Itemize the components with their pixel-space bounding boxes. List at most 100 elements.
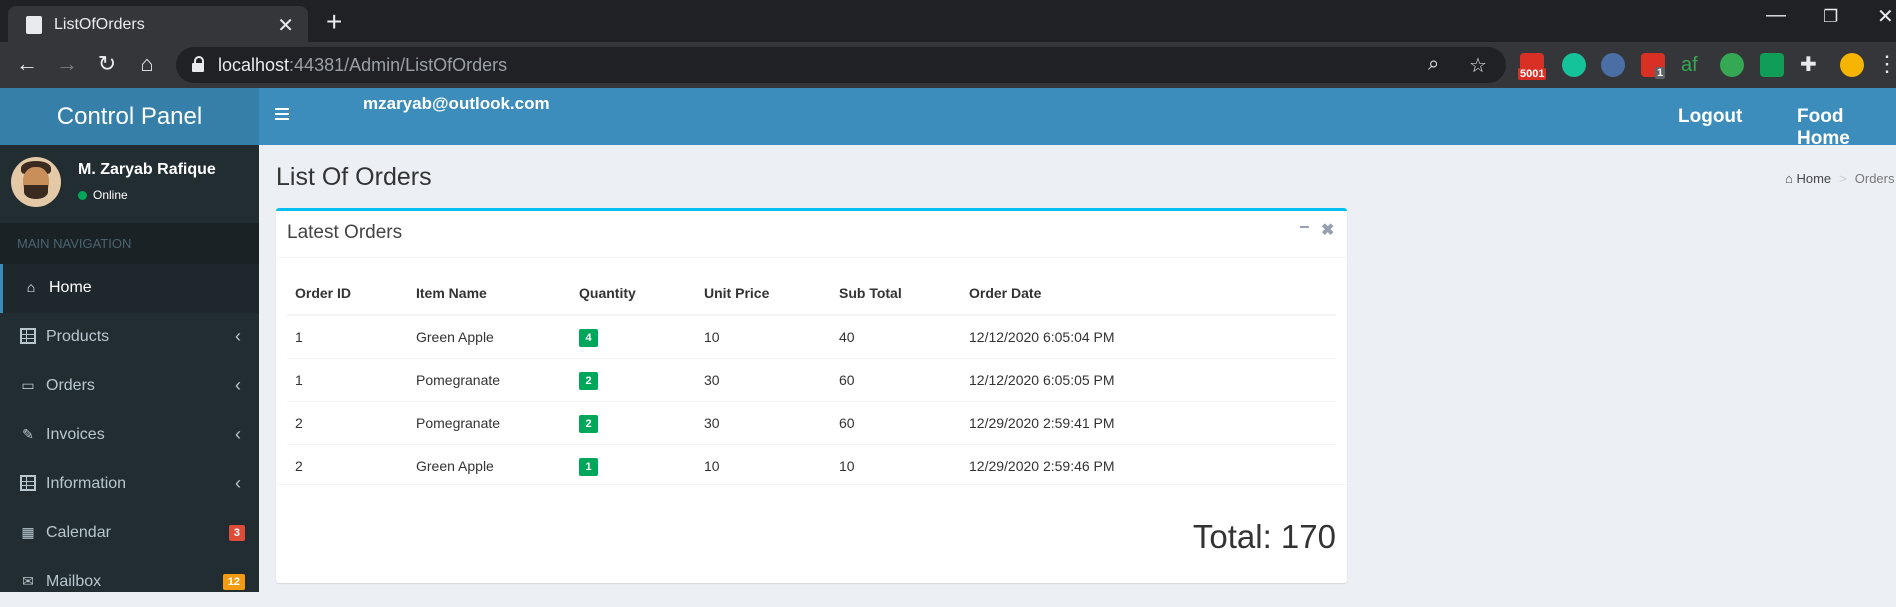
breadcrumb: ⌂ Home > Orders (1785, 171, 1895, 186)
calendar-count-badge: 3 (228, 525, 245, 541)
quantity-cell: 1 (571, 444, 696, 487)
back-arrow-icon[interactable]: ← (13, 51, 41, 77)
sidebar-item-label: Home (49, 279, 92, 296)
order-id-cell: 1 (287, 358, 408, 402)
reload-icon[interactable]: ↻ (93, 51, 121, 77)
content-area: List Of Orders ⌂ Home > Orders Latest Orde… (259, 145, 1896, 592)
extensions-puzzle-icon[interactable]: ✚ (1800, 53, 1824, 77)
collapse-minus-icon[interactable]: − (1299, 217, 1310, 238)
minimize-window-icon[interactable]: — (1766, 4, 1786, 27)
user-name: M. Zaryab Rafique (78, 161, 216, 178)
sidebar-item-products[interactable]: Products ‹ (0, 313, 259, 362)
address-bar[interactable]: localhost:44381/Admin/ListOfOrders ⌕ ☆ (176, 47, 1506, 83)
brand-logo[interactable]: Control Panel (0, 88, 259, 145)
column-header: Sub Total (831, 272, 961, 316)
sidebar-item-mailbox[interactable]: ✉ Mailbox 12 (0, 558, 259, 607)
table-row: 2 Green Apple 1 10 10 12/29/2020 2:59:46… (287, 444, 1336, 487)
box-header: Latest Orders − ✖ (276, 211, 1347, 258)
tab-title: ListOfOrders (54, 16, 145, 33)
food-home-link[interactable]: Food Home (1797, 106, 1896, 150)
sub-total-cell: 60 (831, 401, 961, 445)
unit-price-cell: 30 (696, 401, 831, 445)
extension-glasses-icon[interactable] (1601, 53, 1625, 77)
browser-tab[interactable]: ListOfOrders ✕ (8, 6, 308, 42)
sidebar-item-information[interactable]: Information ‹ (0, 460, 259, 509)
browser-menu-icon[interactable]: ⋮ (1876, 51, 1896, 77)
online-dot-icon (78, 191, 87, 200)
item-name-cell: Green Apple (408, 444, 571, 487)
quantity-cell: 4 (571, 314, 696, 359)
order-date-cell: 12/29/2020 2:59:41 PM (961, 401, 1336, 445)
table-row: 1 Green Apple 4 10 40 12/12/2020 6:05:04… (287, 314, 1336, 359)
gmail-extension-icon[interactable]: 5001 (1518, 53, 1547, 80)
extension-dots-icon[interactable]: 1 (1641, 53, 1666, 79)
column-header: Unit Price (696, 272, 831, 316)
laptop-icon: ▭ (21, 377, 35, 393)
home-icon[interactable]: ⌂ (133, 51, 161, 77)
dashboard-icon: ⌂ (1785, 171, 1793, 186)
breadcrumb-current: Orders (1854, 171, 1895, 186)
item-name-cell: Green Apple (408, 314, 571, 359)
edit-icon: ✎ (22, 426, 34, 442)
sidebar-item-calendar[interactable]: ▦ Calendar 3 (0, 509, 259, 558)
close-box-icon[interactable]: ✖ (1321, 220, 1334, 240)
sidebar-item-home[interactable]: ⌂ Home (0, 264, 259, 313)
close-tab-icon[interactable]: ✕ (277, 13, 294, 38)
close-window-icon[interactable]: ✕ (1877, 4, 1894, 29)
sidebar-toggle-icon[interactable] (275, 108, 289, 123)
quantity-badge: 2 (579, 414, 598, 433)
bookmark-star-icon[interactable]: ☆ (1469, 53, 1487, 78)
quantity-badge: 2 (579, 371, 598, 390)
sidebar: M. Zaryab Rafique Online MAIN NAVIGATION… (0, 145, 259, 592)
lock-icon (192, 56, 204, 72)
page-title: List Of Orders (276, 163, 432, 191)
order-date-cell: 12/12/2020 6:05:05 PM (961, 358, 1336, 402)
extension-check-icon[interactable] (1760, 53, 1784, 77)
logout-link[interactable]: Logout (1678, 106, 1742, 128)
quantity-badge: 4 (579, 328, 598, 347)
column-header: Order ID (287, 272, 408, 316)
chevron-left-icon: ‹ (235, 375, 241, 395)
table-icon (20, 475, 36, 491)
breadcrumb-home-link[interactable]: Home (1796, 171, 1831, 186)
orders-table: Order ID Item Name Quantity Unit Price S… (287, 272, 1336, 487)
url-text[interactable]: localhost:44381/Admin/ListOfOrders (218, 55, 507, 76)
order-total: Total: 170 (1192, 518, 1336, 555)
grammarly-extension-icon[interactable] (1562, 53, 1586, 77)
avatar (11, 157, 61, 207)
gmail-count-badge: 5001 (1518, 68, 1547, 80)
extension-globe-icon[interactable] (1720, 53, 1744, 77)
profile-avatar-icon[interactable] (1840, 53, 1864, 77)
sidebar-item-label: Information (46, 475, 127, 492)
sidebar-item-orders[interactable]: ▭ Orders ‹ (0, 362, 259, 411)
quantity-cell: 2 (571, 401, 696, 445)
sub-total-cell: 60 (831, 358, 961, 402)
sidebar-item-label: Invoices (46, 426, 105, 443)
order-date-cell: 12/12/2020 6:05:04 PM (961, 314, 1336, 359)
zoom-icon[interactable]: ⌕ (1428, 53, 1439, 76)
unit-price-cell: 10 (696, 314, 831, 359)
admin-app: Control Panel mzaryab@outlook.com Logout… (0, 88, 1896, 592)
restore-window-icon[interactable]: ❐ (1823, 7, 1838, 27)
order-date-cell: 12/29/2020 2:59:46 PM (961, 444, 1336, 487)
item-name-cell: Pomegranate (408, 358, 571, 402)
dashboard-icon: ⌂ (26, 279, 36, 295)
order-id-cell: 2 (287, 444, 408, 487)
latest-orders-box: Latest Orders − ✖ Order ID Item Name Qua… (276, 208, 1347, 583)
new-tab-button[interactable]: + (326, 6, 342, 38)
page-favicon-icon (26, 16, 42, 34)
table-row: 1 Pomegranate 2 30 60 12/12/2020 6:05:05… (287, 358, 1336, 402)
sidebar-item-label: Products (46, 328, 110, 345)
user-email: mzaryab@outlook.com (363, 94, 550, 113)
unit-price-cell: 10 (696, 444, 831, 487)
main-navigation-header: MAIN NAVIGATION (0, 223, 259, 264)
order-id-cell: 1 (287, 314, 408, 359)
quantity-badge: 1 (579, 457, 598, 476)
sidebar-item-invoices[interactable]: ✎ Invoices ‹ (0, 411, 259, 460)
extension-af-icon[interactable]: af (1681, 53, 1705, 77)
sub-total-cell: 10 (831, 444, 961, 487)
forward-arrow-icon[interactable]: → (53, 51, 81, 77)
box-divider (276, 484, 1347, 485)
box-title: Latest Orders (287, 222, 403, 243)
top-navbar: mzaryab@outlook.com Logout Food Home (259, 88, 1896, 149)
